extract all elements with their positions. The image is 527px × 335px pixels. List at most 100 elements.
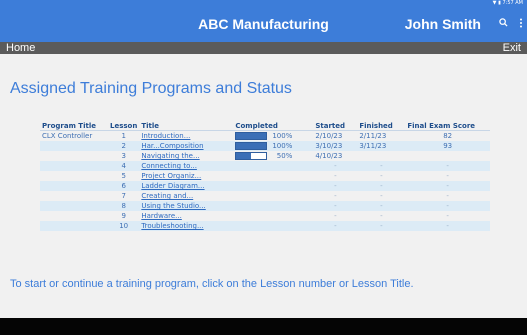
completed-cell: 50% — [233, 151, 313, 161]
final-exam-score: - — [446, 212, 449, 220]
completed-cell — [233, 191, 313, 201]
header-program-title: Program Title — [40, 121, 108, 131]
table-row: 3 Navigating the... 50% 4/10/23 — [40, 151, 490, 161]
more-vert-icon[interactable] — [519, 18, 523, 31]
lesson-number-link[interactable]: 5 — [108, 171, 139, 181]
lesson-title-link[interactable]: Troubleshooting... — [139, 221, 234, 231]
program-title-cell — [40, 171, 108, 181]
header-lesson: Lesson — [108, 121, 140, 131]
page-title: Assigned Training Programs and Status — [10, 80, 292, 97]
completed-cell — [233, 201, 314, 211]
program-title-cell — [40, 221, 108, 231]
header-completed: Completed — [233, 121, 314, 131]
lesson-title-link[interactable]: Har...Composition — [139, 141, 234, 151]
progress-bar — [235, 142, 268, 150]
title-bar: ABC Manufacturing John Smith — [0, 6, 527, 42]
lesson-title-link[interactable]: Connecting to... — [139, 161, 234, 171]
progress-bar-fill — [236, 133, 267, 139]
completed-cell — [233, 211, 313, 221]
exit-button[interactable]: Exit — [503, 42, 521, 54]
lesson-number-link[interactable]: 2 — [108, 141, 140, 151]
program-title-cell: CLX Controller — [42, 132, 93, 140]
program-title-cell — [40, 181, 108, 191]
finished-date: - — [380, 172, 383, 180]
table-header-row: Program Title Lesson Title Completed Sta… — [40, 121, 490, 131]
program-title-cell — [40, 161, 108, 171]
lesson-title-link[interactable]: Ladder Diagram... — [139, 181, 234, 191]
lesson-title-link[interactable]: Creating and... — [139, 191, 233, 201]
table-row: 2 Har...Composition 100% 3/10/23 3/11/23 93 — [40, 141, 490, 151]
lesson-number-link[interactable]: 3 — [108, 151, 139, 161]
progress-bar — [235, 152, 268, 160]
table-row: 10 Troubleshooting... - - - — [40, 221, 490, 231]
search-icon[interactable] — [499, 18, 508, 30]
finished-date: - — [357, 161, 406, 171]
header-title: Title — [139, 121, 234, 131]
progress-bar-fill — [236, 143, 267, 149]
program-title-cell — [40, 211, 108, 221]
finished-date: - — [357, 201, 406, 211]
bottom-bar — [0, 318, 527, 335]
completed-cell: 100% — [233, 141, 314, 151]
program-title-cell — [40, 151, 108, 161]
started-date: - — [334, 212, 337, 220]
header-final-exam-score: Final Exam Score — [405, 121, 490, 131]
progress-bar — [235, 132, 268, 140]
completed-percent: 100% — [272, 142, 293, 150]
completed-percent: 50% — [276, 152, 293, 160]
started-date: 4/10/23 — [315, 152, 343, 160]
home-button[interactable]: Home — [6, 42, 35, 54]
completed-cell — [233, 171, 313, 181]
program-title-cell — [40, 191, 108, 201]
started-date: - — [313, 161, 358, 171]
completed-percent: 100% — [272, 132, 293, 140]
finished-date: 2/11/23 — [359, 132, 387, 140]
instructions-text: To start or continue a training program,… — [10, 278, 414, 290]
final-exam-score: 93 — [405, 141, 490, 151]
final-exam-score: - — [405, 161, 490, 171]
header-started: Started — [313, 121, 358, 131]
lesson-number-link[interactable]: 4 — [108, 161, 140, 171]
final-exam-score: 82 — [443, 132, 453, 140]
table-row: 7 Creating and... - - - — [40, 191, 490, 201]
lesson-title-link[interactable]: Introduction... — [139, 131, 233, 142]
table-row: 5 Project Organiz... - - - — [40, 171, 490, 181]
lesson-title-link[interactable]: Project Organiz... — [139, 171, 233, 181]
final-exam-score — [405, 151, 490, 161]
lesson-title-link[interactable]: Navigating the... — [139, 151, 233, 161]
program-title-cell — [40, 201, 108, 211]
training-table: Program Title Lesson Title Completed Sta… — [40, 121, 490, 231]
header-finished: Finished — [357, 121, 406, 131]
lesson-number-link[interactable]: 6 — [108, 181, 140, 191]
lesson-title-link[interactable]: Using the Studio... — [139, 201, 234, 211]
table-row: 8 Using the Studio... - - - — [40, 201, 490, 211]
finished-date: - — [357, 221, 406, 231]
user-name[interactable]: John Smith — [405, 16, 481, 32]
finished-date: - — [380, 192, 383, 200]
finished-date: - — [357, 181, 406, 191]
final-exam-score: - — [405, 181, 490, 191]
started-date: - — [334, 172, 337, 180]
lesson-number-link[interactable]: 1 — [108, 131, 139, 142]
lesson-number-link[interactable]: 8 — [108, 201, 140, 211]
final-exam-score: - — [405, 201, 490, 211]
started-date: 3/10/23 — [313, 141, 358, 151]
lesson-number-link[interactable]: 10 — [108, 221, 140, 231]
completed-cell — [233, 221, 314, 231]
finished-date — [357, 151, 405, 161]
started-date: 2/10/23 — [315, 132, 343, 140]
started-date: - — [313, 181, 358, 191]
nav-bar: Home Exit — [0, 42, 527, 54]
completed-cell — [233, 161, 314, 171]
table-row: 9 Hardware... - - - — [40, 211, 490, 221]
lesson-number-link[interactable]: 9 — [108, 211, 139, 221]
completed-cell — [233, 181, 314, 191]
final-exam-score: - — [446, 192, 449, 200]
completed-cell: 100% — [233, 131, 313, 142]
table-row: CLX Controller 1 Introduction... 100% 2/10/2… — [40, 131, 490, 142]
started-date: - — [313, 201, 358, 211]
lesson-title-link[interactable]: Hardware... — [139, 211, 233, 221]
started-date: - — [334, 192, 337, 200]
final-exam-score: - — [405, 221, 490, 231]
lesson-number-link[interactable]: 7 — [108, 191, 139, 201]
